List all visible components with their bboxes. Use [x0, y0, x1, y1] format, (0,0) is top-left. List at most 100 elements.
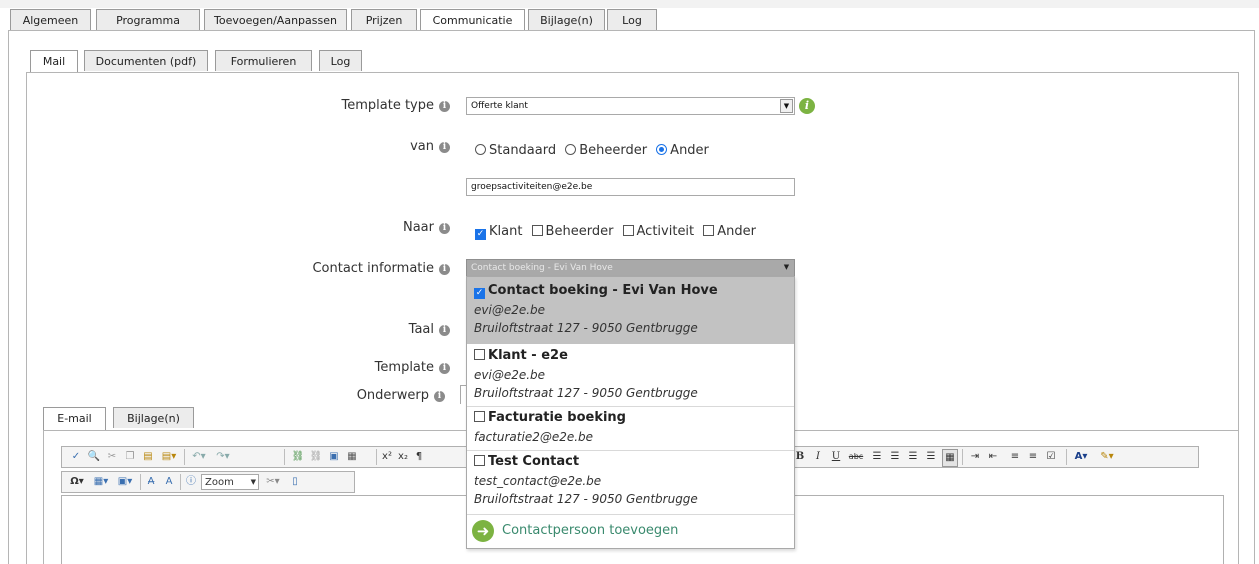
highlight-color-icon[interactable]: ✎▾ — [1096, 449, 1118, 465]
copy-icon[interactable]: ❐ — [122, 449, 138, 465]
naar-checkbox-group: ✓ Klant Beheerder Activiteit Ander — [475, 220, 795, 240]
subscript-icon[interactable]: x₂ — [396, 449, 410, 465]
naar-row-label: Naar i — [150, 220, 450, 235]
about-icon[interactable]: ⓘ — [184, 474, 198, 490]
insert-element-icon[interactable]: ▣▾ — [114, 474, 136, 490]
info-icon[interactable]: i — [439, 264, 450, 275]
toolbar-separator — [962, 449, 963, 465]
numbered-list-icon[interactable]: ≡ — [1008, 449, 1022, 465]
snippet-icon[interactable]: ✂▾ — [262, 474, 284, 490]
info-icon[interactable]: i — [439, 223, 450, 234]
radio-beheerder[interactable] — [565, 144, 577, 155]
link-icon[interactable]: ⛓ — [290, 449, 306, 465]
radio-standaard[interactable] — [475, 144, 486, 155]
tab-mail[interactable]: Mail — [30, 50, 78, 73]
paragraph-icon[interactable]: ¶ — [412, 449, 426, 465]
contact-option[interactable]: Facturatie boeking facturatie2@e2e.be — [467, 407, 794, 451]
bullet-list-icon[interactable]: ≡ — [1026, 449, 1040, 465]
van-row-label: van i — [150, 139, 450, 154]
special-char-icon[interactable]: Ω▾ — [66, 474, 88, 490]
checkbox-label-beheerder: Beheerder — [545, 224, 614, 239]
paste-icon[interactable]: ▤ — [140, 449, 156, 465]
align-left-icon[interactable]: ☰ — [870, 449, 884, 465]
contact-select[interactable]: Contact boeking - Evi Van Hove ▼ — [466, 259, 795, 277]
checkbox-contact-1[interactable] — [474, 349, 485, 360]
info-icon[interactable]: i — [439, 325, 450, 336]
strikethrough-icon[interactable]: abc — [848, 449, 864, 465]
indent-icon[interactable]: ⇥ — [968, 449, 982, 465]
checklist-icon[interactable]: ☑ — [1044, 449, 1058, 465]
arrow-right-icon: ➜ — [472, 520, 494, 542]
onderwerp-row-label: Onderwerp i — [145, 388, 445, 403]
tab-formulieren[interactable]: Formulieren — [215, 50, 312, 71]
unlink-icon[interactable]: ⛓ — [308, 449, 324, 465]
format-stripper-icon[interactable]: A̶ — [144, 474, 158, 490]
tab-prijzen[interactable]: Prijzen — [351, 9, 417, 30]
checkbox-contact-0[interactable]: ✓ — [474, 288, 485, 299]
outdent-icon[interactable]: ⇤ — [986, 449, 1000, 465]
checkbox-klant[interactable]: ✓ — [475, 229, 486, 240]
table-icon[interactable]: ▦▾ — [90, 474, 112, 490]
zoom-select[interactable]: Zoom ▼ — [201, 474, 259, 490]
info-icon[interactable]: i — [439, 363, 450, 374]
find-icon[interactable]: 🔍 — [86, 449, 102, 465]
redo-icon[interactable]: ↷▾ — [212, 449, 234, 465]
template-type-select[interactable]: Offerte klant ▼ — [466, 97, 795, 115]
checkbox-contact-2[interactable] — [474, 411, 485, 422]
radio-label-ander: Ander — [670, 143, 709, 158]
superscript-icon[interactable]: x² — [380, 449, 394, 465]
add-contact-button[interactable]: ➜ Contactpersoon toevoegen — [472, 520, 772, 544]
tab-programma[interactable]: Programma — [96, 9, 200, 30]
format-painter-icon[interactable]: A — [162, 474, 176, 490]
tab-log[interactable]: Log — [607, 9, 657, 30]
contact-option[interactable]: Test Contact test_contact@e2e.be Bruilof… — [467, 451, 794, 514]
chevron-down-icon: ▼ — [783, 263, 790, 271]
zoom-label: Zoom — [205, 477, 234, 488]
tab-documenten[interactable]: Documenten (pdf) — [84, 50, 208, 71]
document-manager-icon[interactable]: ▦ — [344, 449, 360, 465]
info-icon[interactable]: i — [434, 391, 445, 402]
underline-icon[interactable]: U — [831, 449, 841, 465]
module-icon[interactable]: ▯ — [288, 474, 302, 490]
italic-icon[interactable]: I — [813, 449, 823, 465]
checkbox-ander[interactable] — [703, 225, 715, 236]
tab-algemeen[interactable]: Algemeen — [10, 9, 91, 30]
contact-row-label: Contact informatie i — [150, 261, 450, 276]
align-center-icon[interactable]: ☰ — [888, 449, 902, 465]
bold-icon[interactable]: B — [795, 449, 805, 465]
spellcheck-icon[interactable]: ✓ — [68, 449, 84, 465]
tab-communicatie[interactable]: Communicatie — [420, 9, 525, 32]
checkbox-activiteit[interactable] — [622, 225, 634, 236]
checkbox-beheerder[interactable] — [531, 225, 543, 236]
van-label: van — [410, 139, 434, 154]
tab-email[interactable]: E-mail — [43, 407, 106, 430]
paste-special-icon[interactable]: ▤▾ — [158, 449, 180, 465]
top-strip — [0, 0, 1259, 8]
font-color-icon[interactable]: A▾ — [1070, 449, 1092, 465]
contact-option[interactable]: Klant - e2e evi@e2e.be Bruiloftstraat 12… — [467, 344, 794, 406]
tab-toevoegen-aanpassen[interactable]: Toevoegen/Aanpassen — [204, 9, 347, 30]
contact-option-name: Klant - e2e — [488, 348, 568, 363]
tab-bijlagen[interactable]: Bijlage(n) — [528, 9, 605, 30]
toolbar-separator — [184, 449, 185, 465]
van-email-input[interactable]: groepsactiviteiten@e2e.be — [466, 178, 795, 196]
editor-toolbar-row2: Ω▾ ▦▾ ▣▾ A̶ A ⓘ Zoom ▼ ✂▾ ▯ — [61, 471, 355, 493]
tab-mail-log[interactable]: Log — [319, 50, 362, 71]
contact-option[interactable]: ✓ Contact boeking - Evi Van Hove evi@e2e.… — [467, 277, 794, 344]
help-info-icon[interactable]: i — [799, 98, 815, 114]
contact-option-address: Bruiloftstraat 127 - 9050 Gentbrugge — [474, 321, 698, 335]
image-icon[interactable]: ▣ — [326, 449, 342, 465]
align-right-icon[interactable]: ☰ — [906, 449, 920, 465]
radio-ander[interactable] — [656, 144, 668, 155]
no-align-icon[interactable]: ▦ — [942, 449, 958, 467]
toolbar-separator — [284, 449, 285, 465]
contact-option-address: Bruiloftstraat 127 - 9050 Gentbrugge — [474, 386, 698, 400]
tab-editor-bijlagen[interactable]: Bijlage(n) — [113, 407, 194, 428]
info-icon[interactable]: i — [439, 101, 450, 112]
toolbar-separator — [1066, 449, 1067, 465]
checkbox-contact-3[interactable] — [474, 455, 485, 466]
justify-icon[interactable]: ☰ — [924, 449, 938, 465]
cut-icon[interactable]: ✂ — [104, 449, 120, 465]
info-icon[interactable]: i — [439, 142, 450, 153]
undo-icon[interactable]: ↶▾ — [188, 449, 210, 465]
